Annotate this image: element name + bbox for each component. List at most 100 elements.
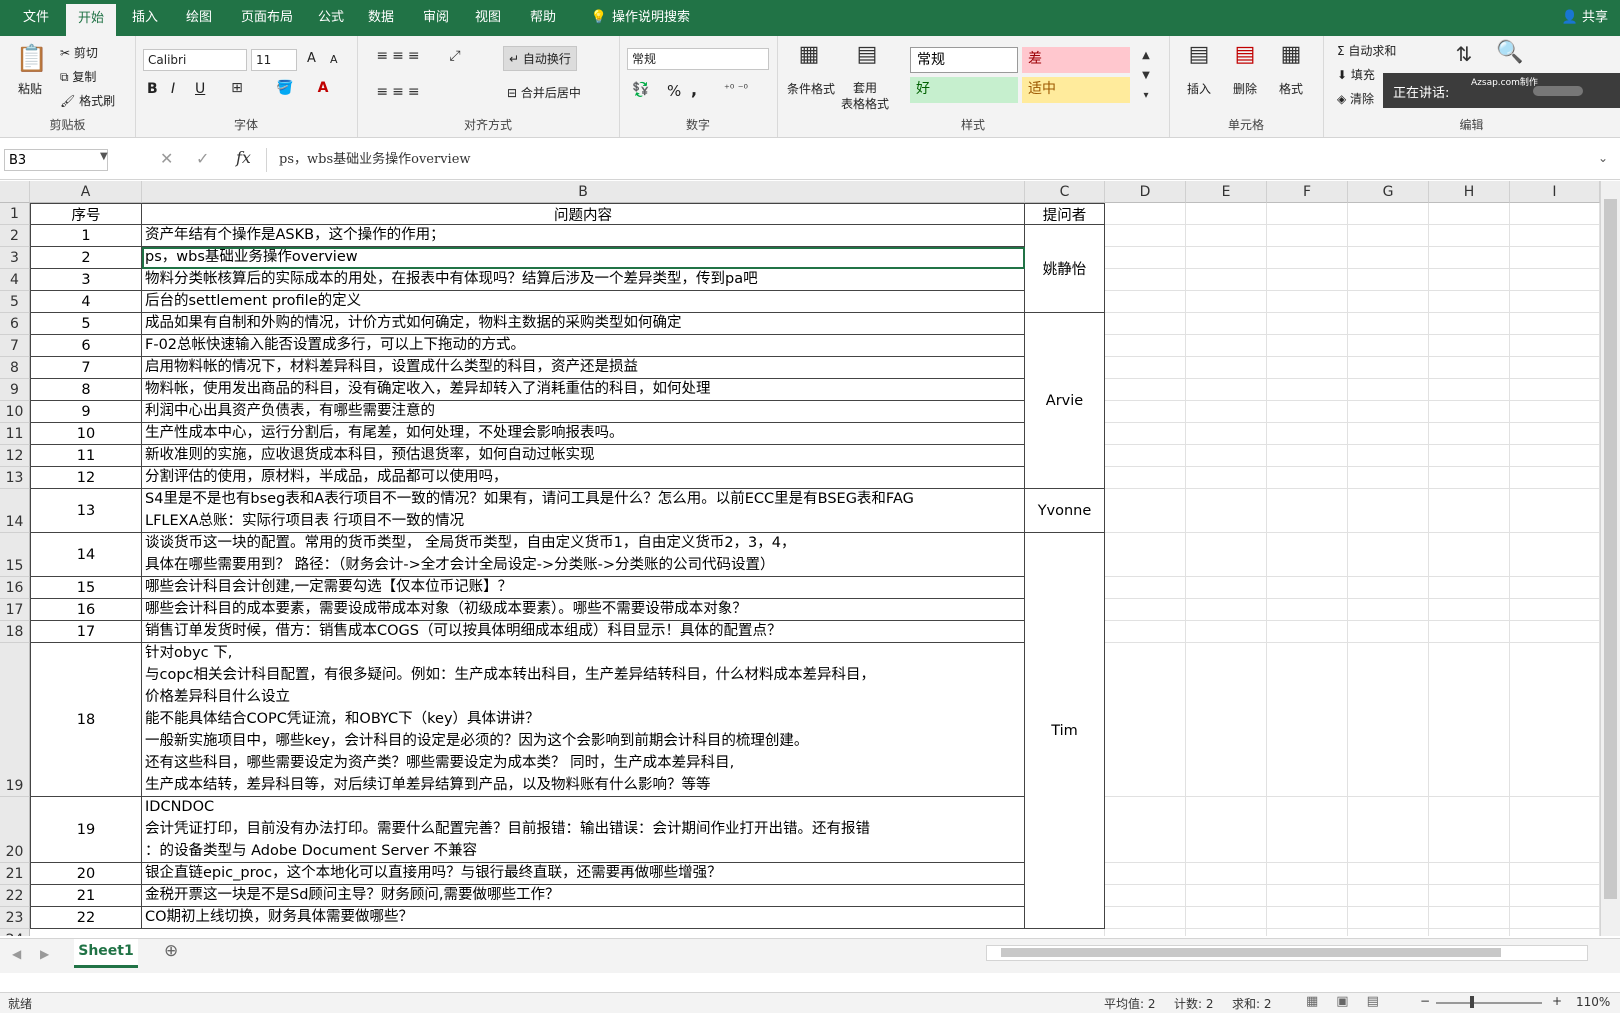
style-bad[interactable]: 差 — [1022, 47, 1130, 73]
seq-cell[interactable]: 2 — [30, 247, 142, 269]
question-cell[interactable]: 金税开票这一块是不是Sd顾问主导？财务顾问,需要做哪些工作？ — [142, 885, 1025, 907]
question-cell[interactable]: S4里是不是也有bseg表和A表行项目不一致的情况？如果有，请问工具是什么？怎么… — [142, 489, 1025, 533]
style-normal[interactable]: 常规 — [910, 47, 1018, 73]
row-header-17[interactable]: 17 — [0, 599, 30, 621]
seq-cell[interactable]: 13 — [30, 489, 142, 533]
enter-icon[interactable]: ✓ — [196, 149, 209, 168]
column-header-F[interactable]: F — [1267, 181, 1348, 203]
clear-button[interactable]: ◈ 清除 — [1337, 90, 1374, 107]
seq-cell[interactable]: 18 — [30, 643, 142, 797]
seq-cell[interactable]: 22 — [30, 907, 142, 929]
question-cell[interactable]: 针对obyc 下, 与copc相关会计科目配置，有很多疑问。例如：生产成本转出科… — [142, 643, 1025, 797]
border-icon[interactable]: ⊞ — [227, 80, 247, 96]
bold-button[interactable]: B — [147, 81, 158, 97]
merge-center-button[interactable]: ⊟ 合并后居中 — [507, 84, 581, 101]
question-cell[interactable]: 哪些会计科目的成本要素，需要设成带成本对象（初级成本要素）。哪些不需要设带成本对… — [142, 599, 1025, 621]
font-size-select[interactable]: 11 — [251, 49, 297, 71]
name-box[interactable]: B3 — [4, 149, 108, 171]
column-header-G[interactable]: G — [1348, 181, 1429, 203]
sheet-nav-left-icon[interactable]: ◀ — [12, 947, 21, 961]
question-cell[interactable]: 谈谈货币这一块的配置。常用的货币类型， 全局货币类型，自由定义货币1，自由定义货… — [142, 533, 1025, 577]
delete-cells-button[interactable]: 删除 — [1233, 80, 1257, 97]
horizontal-align-icons[interactable]: ≡≡≡ — [365, 84, 435, 100]
vertical-scroll-thumb[interactable] — [1604, 199, 1617, 899]
row-header-12[interactable]: 12 — [0, 445, 30, 467]
tab-5[interactable]: 公式 — [310, 0, 352, 36]
row-header-5[interactable]: 5 — [0, 291, 30, 313]
column-header-H[interactable]: H — [1429, 181, 1510, 203]
autosum-button[interactable]: Σ 自动求和 — [1337, 42, 1396, 59]
cut-button[interactable]: ✂ 剪切 — [60, 44, 98, 61]
row-header-13[interactable]: 13 — [0, 467, 30, 489]
tab-6[interactable]: 数据 — [358, 0, 404, 36]
question-cell[interactable]: 利润中心出具资产负债表，有哪些需要注意的 — [142, 401, 1025, 423]
tab-8[interactable]: 视图 — [466, 0, 510, 36]
seq-cell[interactable]: 19 — [30, 797, 142, 863]
row-header-8[interactable]: 8 — [0, 357, 30, 379]
tab-2[interactable]: 插入 — [122, 0, 168, 36]
asker-cell[interactable]: Yvonne — [1025, 489, 1105, 533]
zoom-slider-thumb[interactable] — [1470, 996, 1474, 1008]
tab-7[interactable]: 审阅 — [414, 0, 458, 36]
format-painter-button[interactable]: 🖌 格式刷 — [60, 92, 115, 109]
question-cell[interactable]: 银企直链epic_proc，这个本地化可以直接用吗？与银行最终直联，还需要再做哪… — [142, 863, 1025, 885]
font-name-select[interactable]: Calibri — [143, 49, 247, 71]
worksheet-grid[interactable]: A B C D E F G H I 1 2 3 4 5 6 7 8 9 10 11 12 13 14 15 16 17 18 19 20… — [0, 181, 1600, 936]
row-header-24[interactable]: 24 — [0, 929, 30, 936]
seq-cell[interactable]: 3 — [30, 269, 142, 291]
row-header-19[interactable]: 19 — [0, 643, 30, 797]
style-neutral[interactable]: 适中 — [1022, 77, 1130, 103]
row-header-6[interactable]: 6 — [0, 313, 30, 335]
percent-button[interactable]: % — [667, 82, 681, 100]
column-header-I[interactable]: I — [1510, 181, 1600, 203]
seq-cell[interactable]: 6 — [30, 335, 142, 357]
seq-cell[interactable]: 9 — [30, 401, 142, 423]
question-cell[interactable]: 物料帐，使用发出商品的科目，没有确定收入，差异却转入了消耗重估的科目，如何处理 — [142, 379, 1025, 401]
column-header-E[interactable]: E — [1186, 181, 1267, 203]
seq-cell[interactable]: 16 — [30, 599, 142, 621]
sort-filter-icon[interactable]: ⇅ — [1449, 42, 1479, 66]
question-cell[interactable]: 分割评估的使用，原材料，半成品，成品都可以使用吗， — [142, 467, 1025, 489]
copy-button[interactable]: ⧉ 复制 — [60, 68, 96, 85]
find-select-icon[interactable]: 🔍 — [1495, 40, 1525, 65]
row-header-23[interactable]: 23 — [0, 907, 30, 929]
question-cell[interactable]: 哪些会计科目会计创建,一定需要勾选【仅本位币记账】？ — [142, 577, 1025, 599]
decimal-icons[interactable]: ⁺⁰ ⁻⁰ — [711, 82, 761, 95]
seq-cell[interactable]: 17 — [30, 621, 142, 643]
formula-input[interactable]: ps，wbs基础业务操作overview — [266, 148, 1609, 172]
horizontal-scroll-thumb[interactable] — [1001, 948, 1501, 957]
question-cell[interactable]: 物料分类帐核算后的实际成本的用处，在报表中有体现吗？结算后涉及一个差异类型，传到… — [142, 269, 1025, 291]
row-header-22[interactable]: 22 — [0, 885, 30, 907]
currency-icon[interactable]: 💱 — [631, 82, 651, 98]
zoom-in-icon[interactable]: + — [1552, 994, 1562, 1008]
zoom-slider[interactable] — [1436, 1002, 1542, 1004]
row-header-18[interactable]: 18 — [0, 621, 30, 643]
vertical-align-icons[interactable]: ≡≡≡ — [365, 48, 435, 64]
question-cell[interactable]: 生产性成本中心，运行分割后，有尾差，如何处理，不处理会影响报表吗。 — [142, 423, 1025, 445]
insert-function-icon[interactable]: fx — [236, 148, 251, 167]
question-cell[interactable]: 资产年结有个操作是ASKB，这个操作的作用； — [142, 225, 1025, 247]
question-cell[interactable]: 新收准则的实施，应收退货成本科目，预估退货率，如何自动过帐实现 — [142, 445, 1025, 467]
tab-0[interactable]: 文件 — [14, 0, 58, 36]
row-header-9[interactable]: 9 — [0, 379, 30, 401]
expand-formula-icon[interactable]: ⌄ — [1598, 151, 1608, 165]
seq-cell[interactable]: 11 — [30, 445, 142, 467]
orientation-icon[interactable]: ⤢ — [443, 48, 467, 64]
select-all-corner[interactable] — [0, 181, 30, 203]
seq-cell[interactable]: 14 — [30, 533, 142, 577]
shrink-font-button[interactable]: A — [330, 53, 338, 66]
seq-cell[interactable]: 5 — [30, 313, 142, 335]
question-cell[interactable]: 启用物料帐的情况下，材料差异科目，设置成什么类型的科目，资产还是损益 — [142, 357, 1025, 379]
seq-cell[interactable]: 12 — [30, 467, 142, 489]
format-cells-button[interactable]: 格式 — [1279, 80, 1303, 97]
question-cell[interactable]: 销售订单发货时候，借方：销售成本COGS（可以按具体明细成本组成）科目显示！具体… — [142, 621, 1025, 643]
tab-3[interactable]: 绘图 — [176, 0, 222, 36]
paste-button[interactable]: 粘贴 — [18, 80, 42, 97]
view-mode-icons[interactable]: ▦▣▤ — [1306, 994, 1397, 1009]
row-header-14[interactable]: 14 — [0, 489, 30, 533]
italic-button[interactable]: I — [171, 81, 175, 97]
styles-scroll-icon[interactable]: ▲ ▼ ▾ — [1137, 46, 1155, 106]
question-cell[interactable]: CO期初上线切换，财务具体需要做哪些？ — [142, 907, 1025, 929]
asker-cell[interactable]: 姚静怡 — [1025, 225, 1105, 313]
column-header-C[interactable]: C — [1025, 181, 1105, 203]
